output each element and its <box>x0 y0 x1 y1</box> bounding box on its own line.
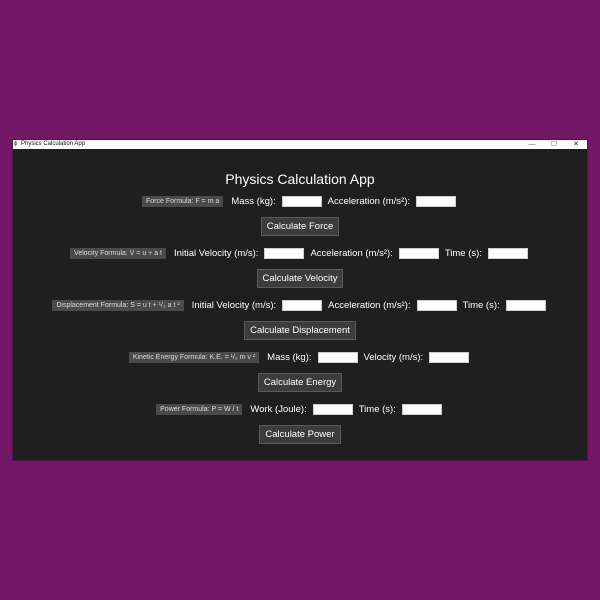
app-window: ϕ Physics Calculation App — ☐ ✕ Physics … <box>13 140 587 460</box>
velocity-time-input[interactable] <box>487 247 528 259</box>
calculate-force-button[interactable]: Calculate Force <box>260 217 340 236</box>
velocity-acceleration-input[interactable] <box>398 247 439 259</box>
displacement-formula-label: Displacement Formula: S = u t + ¹/₂ a t … <box>52 299 184 311</box>
power-button-row: Calculate Power <box>13 425 587 444</box>
energy-formula-label: Kinetic Energy Formula: K.E. = ¹/₂ m v ² <box>128 351 260 363</box>
calculate-power-button[interactable]: Calculate Power <box>259 425 341 444</box>
force-acceleration-input[interactable] <box>416 195 457 207</box>
force-acceleration-label: Acceleration (m/s²): <box>327 195 411 207</box>
power-time-input[interactable] <box>401 403 442 415</box>
force-mass-input[interactable] <box>281 195 322 207</box>
velocity-button-row: Calculate Velocity <box>13 269 587 288</box>
energy-row: Kinetic Energy Formula: K.E. = ¹/₂ m v ²… <box>13 350 587 364</box>
power-row: Power Formula: P = W / t Work (Joule): T… <box>13 402 587 416</box>
energy-velocity-input[interactable] <box>429 351 470 363</box>
displacement-time-label: Time (s): <box>462 299 500 311</box>
calculate-energy-button[interactable]: Calculate Energy <box>257 373 343 392</box>
power-time-label: Time (s): <box>358 403 396 415</box>
desktop-background: ϕ Physics Calculation App — ☐ ✕ Physics … <box>0 0 600 600</box>
power-work-label: Work (Joule): <box>250 403 307 415</box>
energy-mass-label: Mass (kg): <box>267 351 312 363</box>
energy-velocity-label: Velocity (m/s): <box>363 351 424 363</box>
displacement-initial-velocity-input[interactable] <box>282 299 323 311</box>
calculate-displacement-button[interactable]: Calculate Displacement <box>244 321 356 340</box>
power-formula-label: Power Formula: P = W / t <box>156 403 243 415</box>
calculate-velocity-button[interactable]: Calculate Velocity <box>256 269 344 288</box>
displacement-time-input[interactable] <box>505 299 546 311</box>
displacement-acceleration-label: Acceleration (m/s²): <box>328 299 411 311</box>
velocity-initial-velocity-label: Initial Velocity (m/s): <box>173 247 259 259</box>
velocity-initial-velocity-input[interactable] <box>264 247 305 259</box>
maximize-icon[interactable]: ☐ <box>543 140 565 149</box>
velocity-row: Velocity Formula: V = u + a t Initial Ve… <box>13 246 587 260</box>
feather-icon: ϕ <box>14 141 18 147</box>
displacement-initial-velocity-label: Initial Velocity (m/s): <box>191 299 277 311</box>
window-title: Physics Calculation App <box>21 141 86 147</box>
velocity-time-label: Time (s): <box>444 247 482 259</box>
force-mass-label: Mass (kg): <box>231 195 276 207</box>
title-bar[interactable]: ϕ Physics Calculation App — ☐ ✕ <box>13 140 587 149</box>
force-row: Force Formula: F = m a Mass (kg): Accele… <box>13 194 587 208</box>
energy-mass-input[interactable] <box>317 351 358 363</box>
force-button-row: Calculate Force <box>13 217 587 236</box>
velocity-acceleration-label: Acceleration (m/s²): <box>310 247 393 259</box>
power-work-input[interactable] <box>312 403 353 415</box>
window-controls: — ☐ ✕ <box>521 140 587 149</box>
velocity-formula-label: Velocity Formula: V = u + a t <box>70 247 166 259</box>
close-icon[interactable]: ✕ <box>565 140 587 149</box>
force-formula-label: Force Formula: F = m a <box>141 195 224 207</box>
minimize-icon[interactable]: — <box>521 140 543 149</box>
displacement-button-row: Calculate Displacement <box>13 321 587 340</box>
energy-button-row: Calculate Energy <box>13 373 587 392</box>
displacement-acceleration-input[interactable] <box>416 299 457 311</box>
displacement-row: Displacement Formula: S = u t + ¹/₂ a t … <box>13 298 587 312</box>
app-content: Physics Calculation App Force Formula: F… <box>13 149 587 460</box>
page-title: Physics Calculation App <box>225 171 375 187</box>
